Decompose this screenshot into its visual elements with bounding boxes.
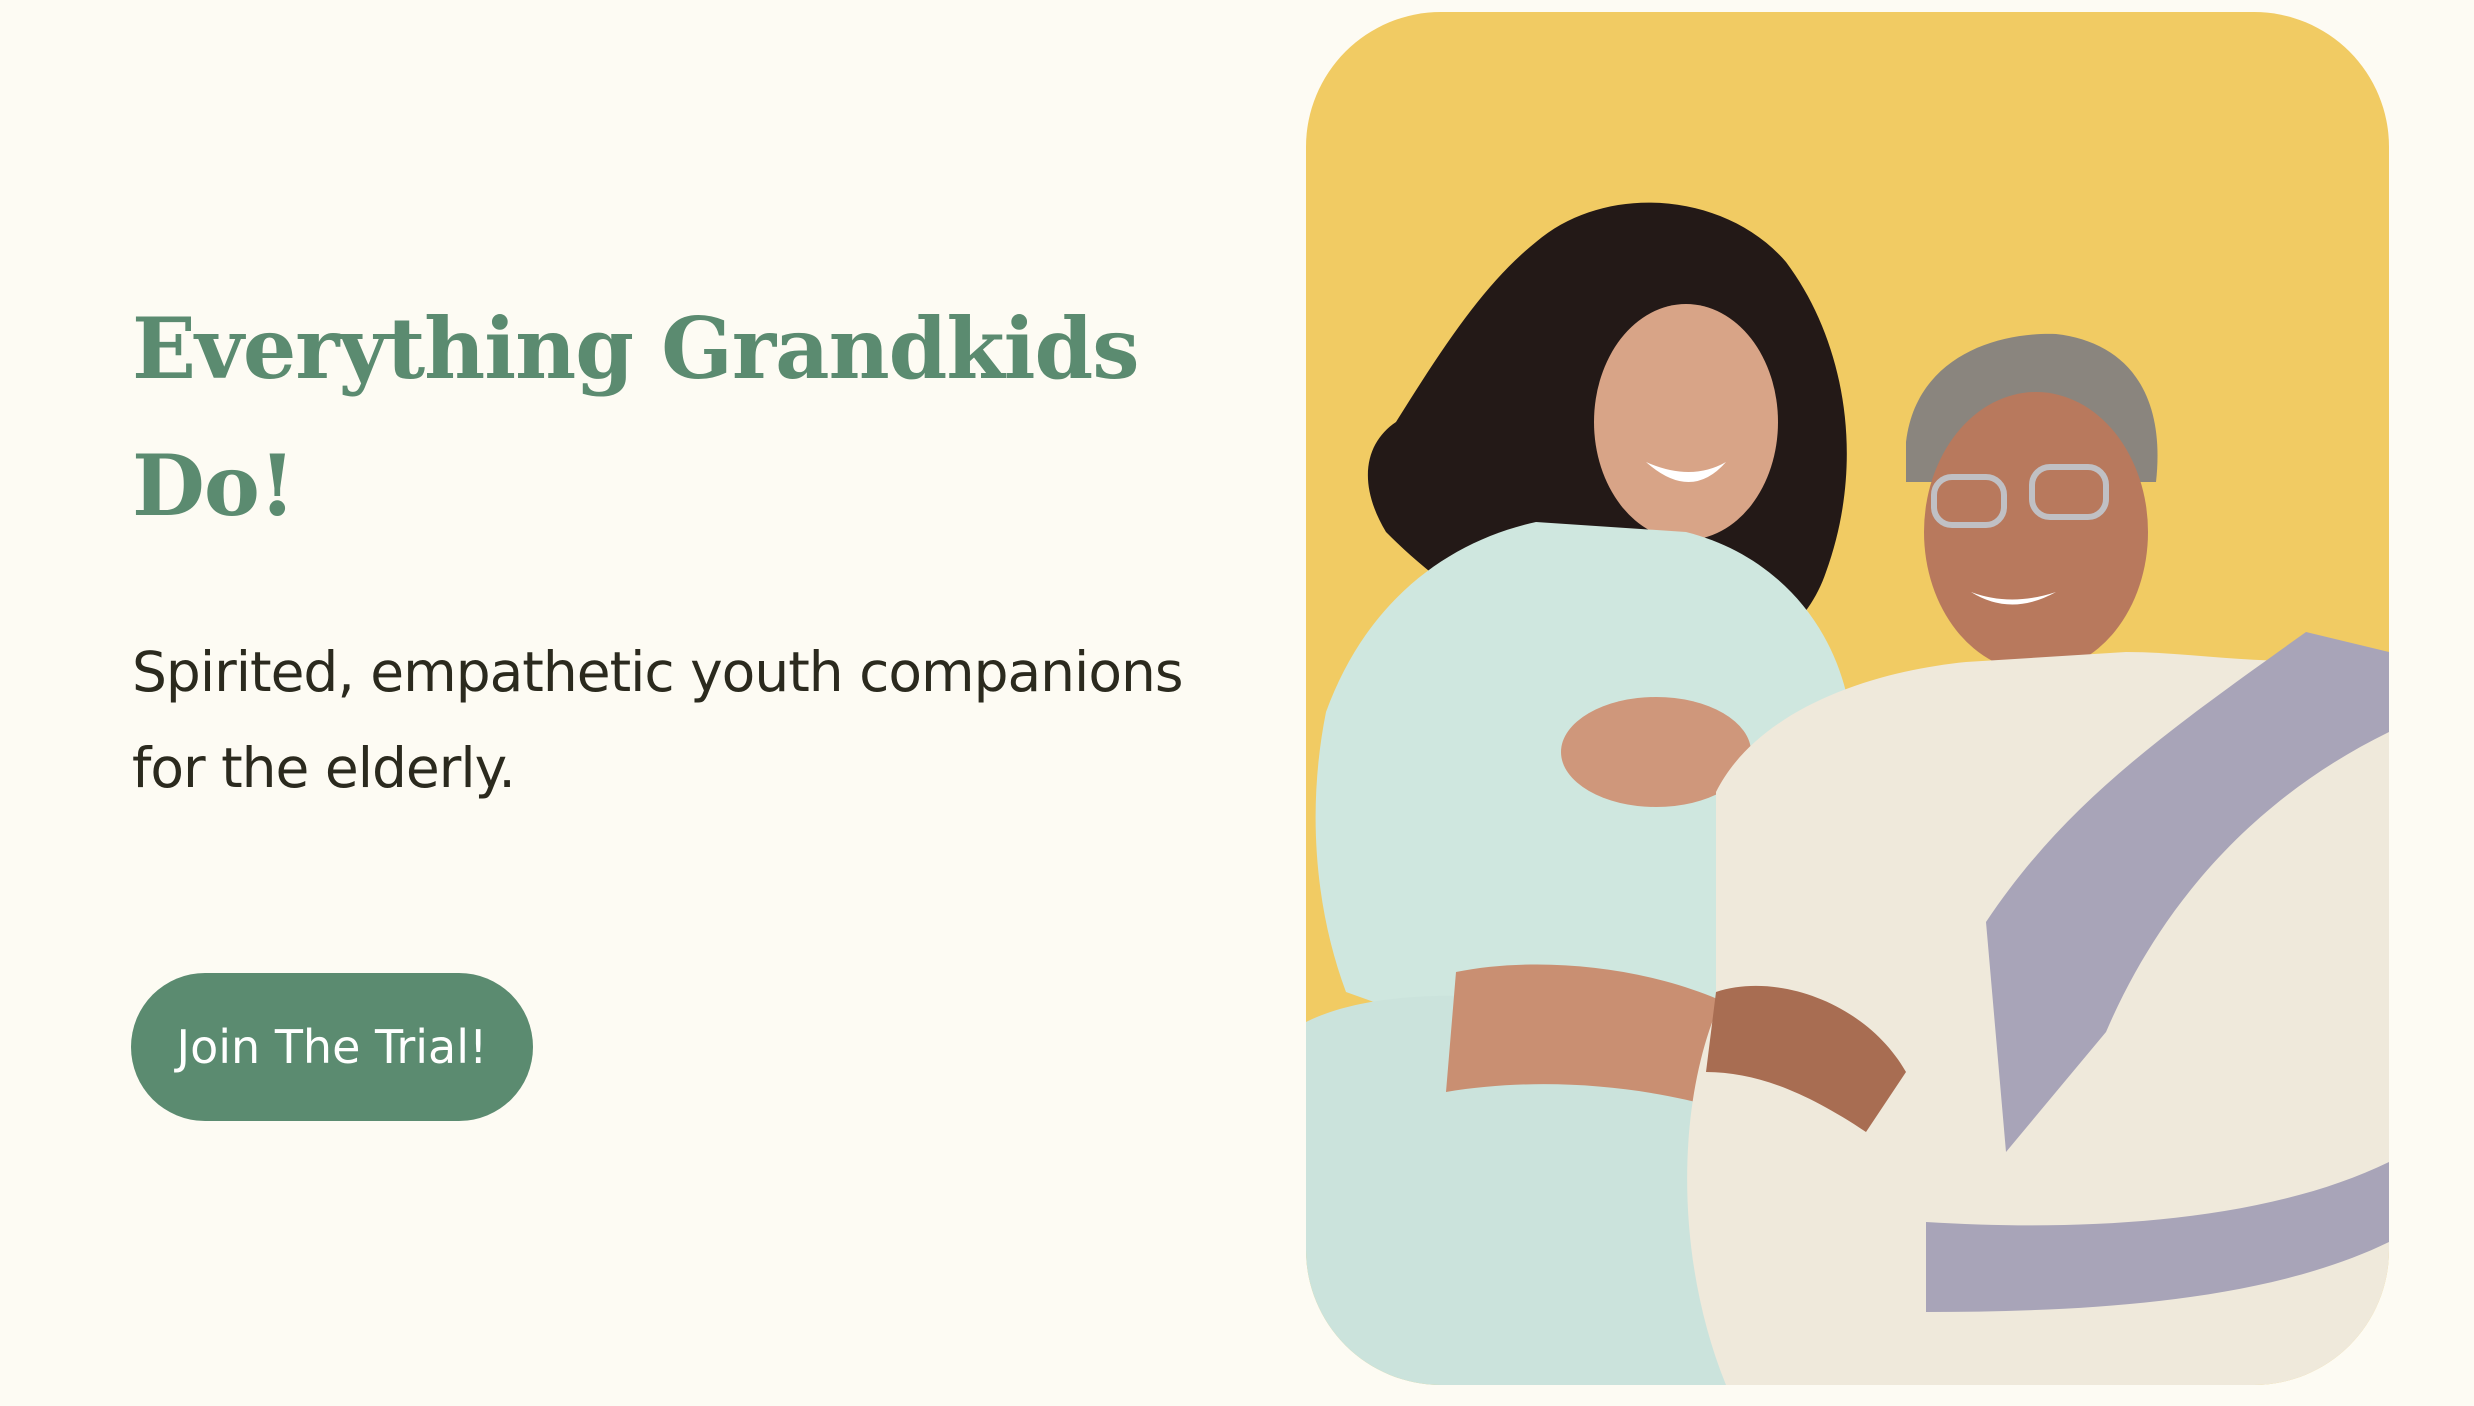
- grandmother-face: [1924, 392, 2148, 672]
- hero-section: Everything Grandkids Do! Spirited, empat…: [132, 280, 1252, 816]
- hero-subtitle: Spirited, empathetic youth companions fo…: [132, 640, 1184, 800]
- hero-title: Everything Grandkids Do!: [132, 299, 1140, 535]
- hero-photo: [1306, 12, 2389, 1385]
- companions-photo-illustration: [1306, 202, 2389, 1385]
- join-trial-button[interactable]: Join The Trial!: [131, 973, 533, 1121]
- young-woman-face: [1594, 304, 1778, 540]
